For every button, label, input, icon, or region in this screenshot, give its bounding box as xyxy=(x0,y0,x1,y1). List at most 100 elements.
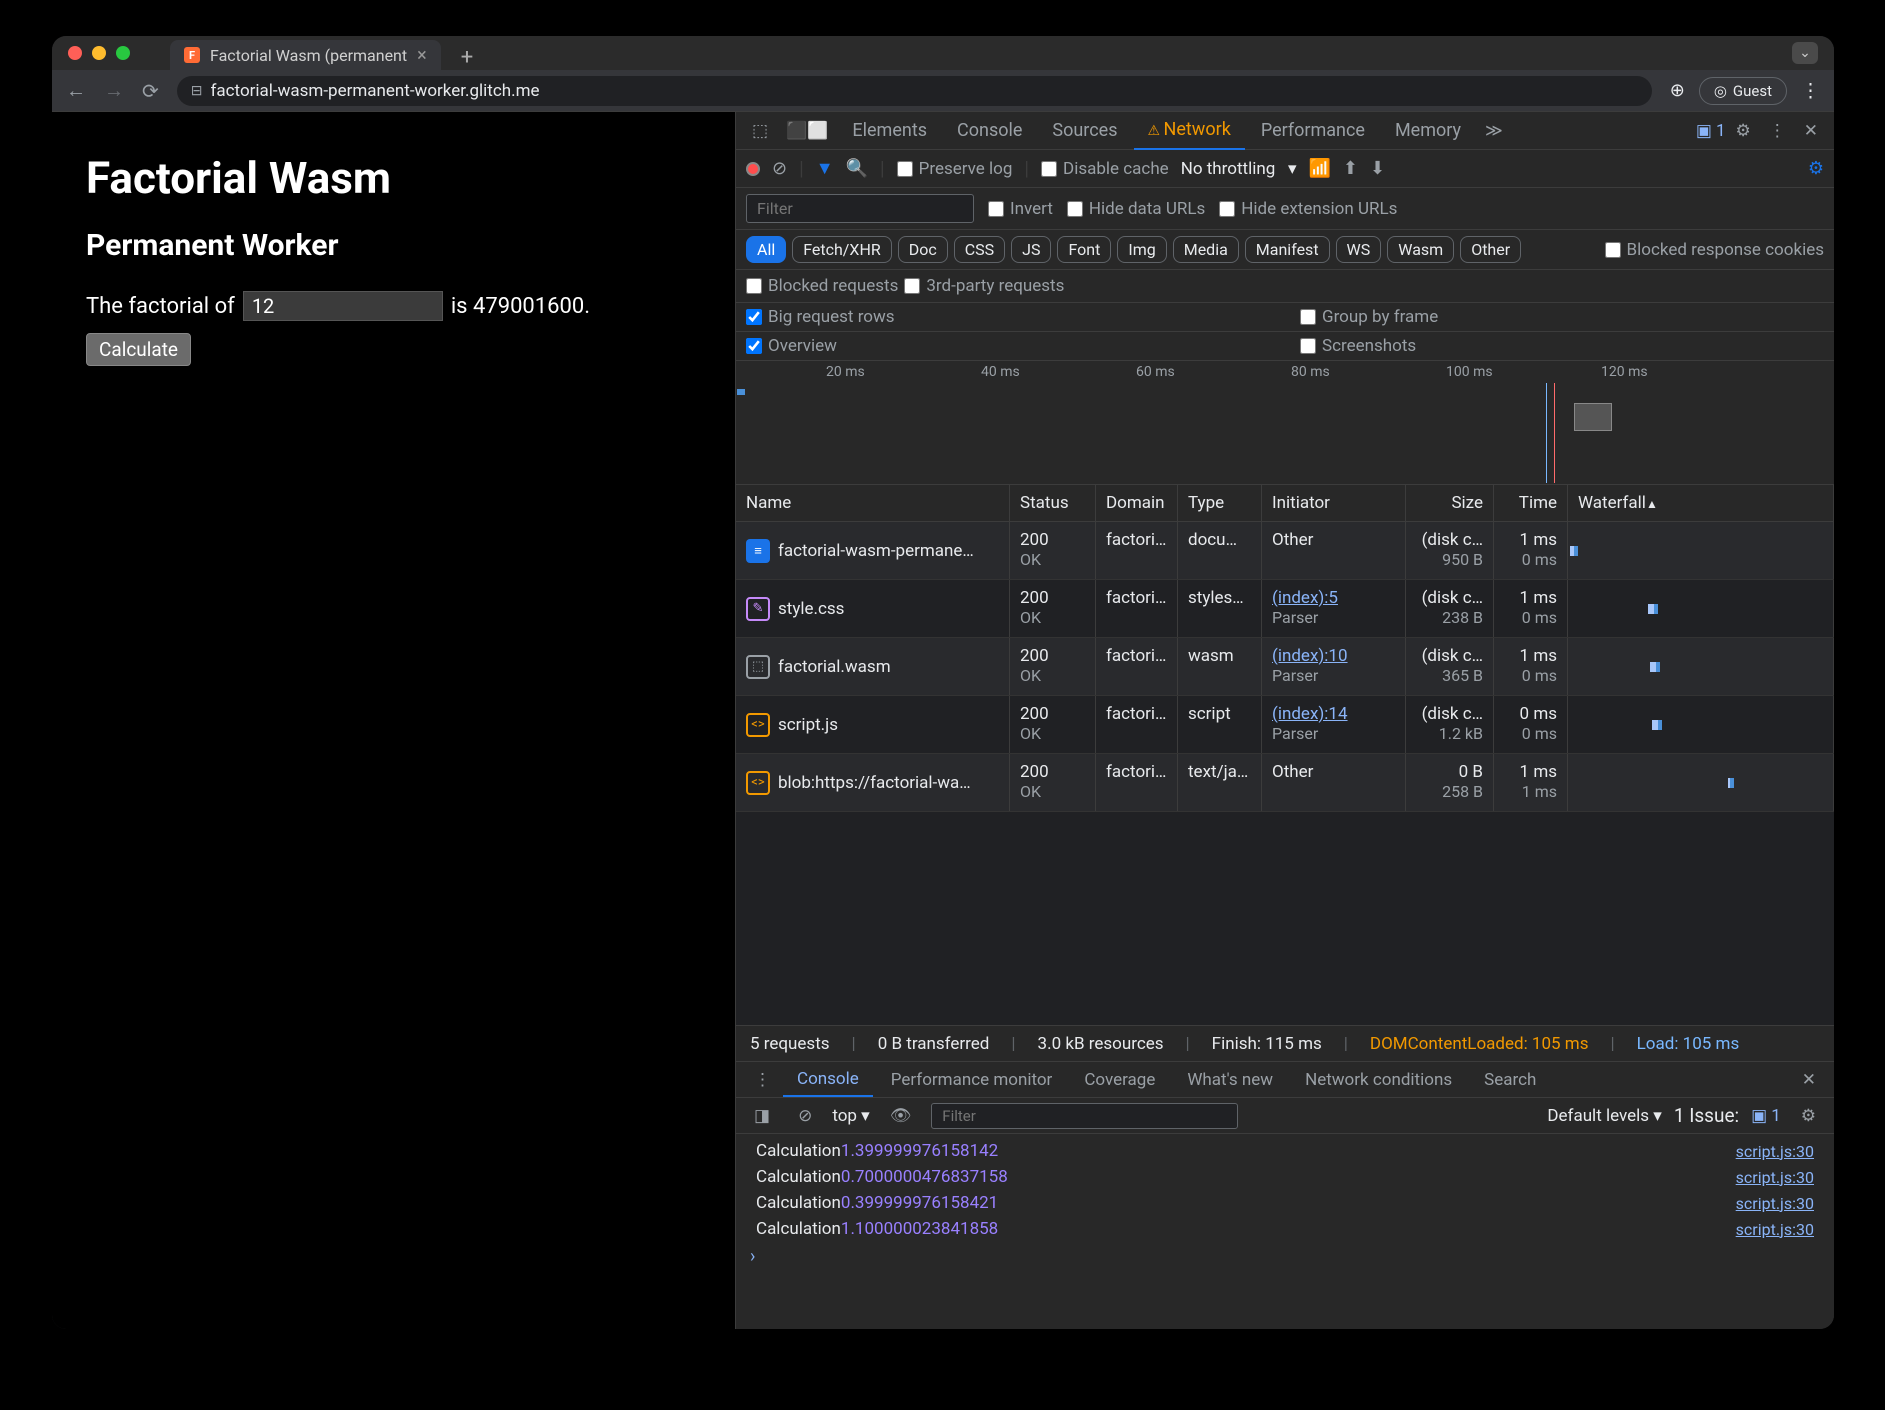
forward-button[interactable]: → xyxy=(104,78,124,103)
filter-pill-css[interactable]: CSS xyxy=(954,236,1005,263)
table-row[interactable]: <>script.js200OKfactori…script(index):14… xyxy=(736,696,1834,754)
third-party-checkbox[interactable]: 3rd-party requests xyxy=(904,276,1064,296)
disable-cache-checkbox[interactable]: Disable cache xyxy=(1041,159,1169,179)
more-tabs-icon[interactable]: ≫ xyxy=(1477,121,1511,141)
throttling-select[interactable]: No throttling ▾ xyxy=(1181,159,1297,179)
col-status[interactable]: Status xyxy=(1010,485,1096,521)
network-conditions-icon[interactable]: 📶 xyxy=(1308,158,1330,179)
col-waterfall[interactable]: Waterfall▲ xyxy=(1568,485,1834,521)
calculate-button[interactable]: Calculate xyxy=(86,333,191,366)
drawer-tab-coverage[interactable]: Coverage xyxy=(1070,1064,1169,1096)
clear-icon[interactable]: ⊘ xyxy=(772,158,787,179)
clear-console-icon[interactable]: ⊘ xyxy=(790,1106,820,1126)
close-devtools-icon[interactable]: ✕ xyxy=(1796,121,1826,141)
levels-select[interactable]: Default levels ▾ xyxy=(1547,1106,1661,1126)
filter-pill-all[interactable]: All xyxy=(746,236,786,263)
live-expression-icon[interactable]: 👁 xyxy=(882,1106,920,1126)
browser-menu-icon[interactable]: ⋮ xyxy=(1801,79,1820,102)
tab-sources[interactable]: Sources xyxy=(1038,112,1131,149)
devtools-menu-icon[interactable]: ⋮ xyxy=(1761,121,1794,141)
profile-badge[interactable]: ◎ Guest xyxy=(1699,77,1787,105)
initiator-link[interactable]: (index):5 xyxy=(1272,588,1338,608)
tab-console[interactable]: Console xyxy=(943,112,1036,149)
filter-pill-js[interactable]: JS xyxy=(1011,236,1051,263)
col-time[interactable]: Time xyxy=(1494,485,1568,521)
filter-pill-img[interactable]: Img xyxy=(1117,236,1166,263)
hide-data-urls-checkbox[interactable]: Hide data URLs xyxy=(1067,199,1205,219)
window-menu-icon[interactable]: ⌄ xyxy=(1792,42,1818,64)
drawer-tab-netcond[interactable]: Network conditions xyxy=(1291,1064,1466,1096)
timeline-overview[interactable]: 20 ms40 ms60 ms80 ms100 ms120 ms xyxy=(736,361,1834,485)
preserve-log-checkbox[interactable]: Preserve log xyxy=(897,159,1013,179)
console-filter-input[interactable] xyxy=(931,1103,1238,1129)
console-log-row[interactable]: Calculation 0.399999976158421script.js:3… xyxy=(736,1190,1834,1216)
issue-badge[interactable]: ▣ 1 xyxy=(1751,1106,1781,1126)
table-row[interactable]: ⬚factorial.wasm200OKfactori…wasm(index):… xyxy=(736,638,1834,696)
close-drawer-icon[interactable]: ✕ xyxy=(1794,1070,1824,1090)
close-tab-icon[interactable]: × xyxy=(417,45,427,66)
hide-extension-urls-checkbox[interactable]: Hide extension URLs xyxy=(1219,199,1397,219)
filter-pill-doc[interactable]: Doc xyxy=(898,236,948,263)
table-row[interactable]: <>blob:https://factorial-wa…200OKfactori… xyxy=(736,754,1834,812)
filter-input[interactable] xyxy=(746,194,974,223)
drawer-tab-console[interactable]: Console xyxy=(783,1063,873,1097)
factorial-input[interactable] xyxy=(243,291,443,321)
console-sidebar-icon[interactable]: ◨ xyxy=(746,1106,778,1126)
drawer-tab-whatsnew[interactable]: What's new xyxy=(1173,1064,1287,1096)
initiator-link[interactable]: (index):14 xyxy=(1272,704,1348,724)
filter-pill-media[interactable]: Media xyxy=(1173,236,1239,263)
log-source-link[interactable]: script.js:30 xyxy=(1736,1168,1814,1187)
browser-tab[interactable]: F Factorial Wasm (permanent × xyxy=(170,40,441,70)
network-settings-icon[interactable]: ⚙ xyxy=(1808,158,1824,179)
reload-button[interactable]: ⟳ xyxy=(142,79,159,103)
device-icon[interactable]: ⬛⬜ xyxy=(778,121,836,141)
issues-badge[interactable]: ▣ 1 xyxy=(1696,121,1726,141)
url-box[interactable]: ⊟ factorial-wasm-permanent-worker.glitch… xyxy=(177,76,1652,106)
log-source-link[interactable]: script.js:30 xyxy=(1736,1142,1814,1161)
site-info-icon[interactable]: ⊟ xyxy=(191,83,203,99)
minimize-window[interactable] xyxy=(92,46,106,60)
table-row[interactable]: ≡factorial-wasm-permane…200OKfactori…doc… xyxy=(736,522,1834,580)
settings-icon[interactable]: ⚙ xyxy=(1728,121,1759,141)
filter-pill-fetchxhr[interactable]: Fetch/XHR xyxy=(792,236,892,263)
filter-pill-manifest[interactable]: Manifest xyxy=(1245,236,1330,263)
col-name[interactable]: Name xyxy=(736,485,1010,521)
tab-network[interactable]: Network xyxy=(1134,112,1245,150)
import-har-icon[interactable]: ⬇ xyxy=(1370,158,1385,179)
drawer-menu-icon[interactable]: ⋮ xyxy=(746,1070,779,1090)
tab-performance[interactable]: Performance xyxy=(1247,112,1379,149)
table-row[interactable]: ✎style.css200OKfactori…styles…(index):5P… xyxy=(736,580,1834,638)
screenshots-checkbox[interactable]: Screenshots xyxy=(1300,336,1416,356)
big-rows-checkbox[interactable]: Big request rows xyxy=(746,307,895,327)
export-har-icon[interactable]: ⬆ xyxy=(1343,158,1358,179)
new-tab-button[interactable]: + xyxy=(451,45,483,70)
close-window[interactable] xyxy=(68,46,82,60)
blocked-requests-checkbox[interactable]: Blocked requests xyxy=(746,276,898,296)
console-log-row[interactable]: Calculation 1.100000023841858script.js:3… xyxy=(736,1216,1834,1242)
drawer-tab-search[interactable]: Search xyxy=(1470,1064,1550,1096)
record-button[interactable] xyxy=(746,162,760,176)
console-prompt[interactable]: › xyxy=(736,1242,1834,1271)
context-select[interactable]: top ▾ xyxy=(832,1106,869,1126)
console-log-row[interactable]: Calculation 0.7000000476837158script.js:… xyxy=(736,1164,1834,1190)
blocked-cookies-checkbox[interactable]: Blocked response cookies xyxy=(1605,240,1824,260)
console-settings-icon[interactable]: ⚙ xyxy=(1793,1106,1824,1126)
overview-checkbox[interactable]: Overview xyxy=(746,336,837,356)
col-domain[interactable]: Domain xyxy=(1096,485,1178,521)
group-frame-checkbox[interactable]: Group by frame xyxy=(1300,307,1438,327)
console-log-row[interactable]: Calculation 1.399999976158142script.js:3… xyxy=(736,1138,1834,1164)
log-source-link[interactable]: script.js:30 xyxy=(1736,1194,1814,1213)
col-type[interactable]: Type xyxy=(1178,485,1262,521)
filter-pill-other[interactable]: Other xyxy=(1460,236,1521,263)
log-source-link[interactable]: script.js:30 xyxy=(1736,1220,1814,1239)
invert-checkbox[interactable]: Invert xyxy=(988,199,1053,219)
back-button[interactable]: ← xyxy=(66,78,86,103)
col-size[interactable]: Size xyxy=(1406,485,1494,521)
initiator-link[interactable]: (index):10 xyxy=(1272,646,1348,666)
col-initiator[interactable]: Initiator xyxy=(1262,485,1406,521)
tab-memory[interactable]: Memory xyxy=(1381,112,1475,149)
zoom-icon[interactable]: ⊕ xyxy=(1670,80,1685,101)
filter-icon[interactable]: ▼ xyxy=(816,158,834,179)
drawer-tab-perfmon[interactable]: Performance monitor xyxy=(877,1064,1067,1096)
search-icon[interactable]: 🔍 xyxy=(846,158,868,179)
